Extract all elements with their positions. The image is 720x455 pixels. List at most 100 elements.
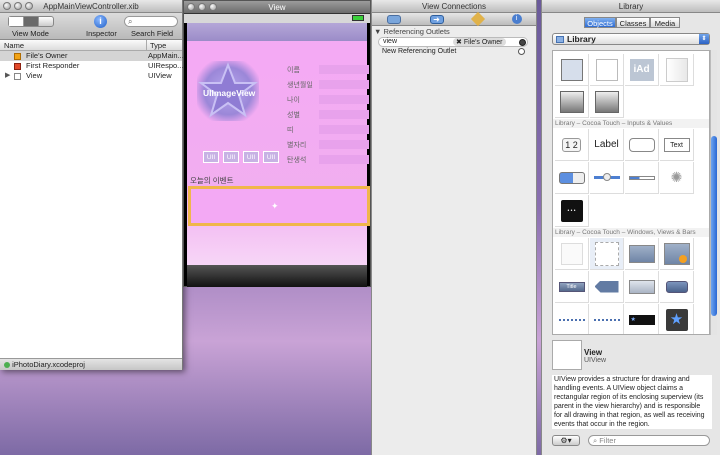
minimize-button[interactable]	[14, 2, 22, 10]
zoom-button[interactable]	[25, 2, 33, 10]
disclosure-triangle-icon[interactable]: ▶	[5, 71, 10, 81]
image-view[interactable]: UIImageView	[197, 61, 259, 121]
scrollbar-thumb[interactable]	[711, 136, 717, 316]
minimize-button[interactable]	[198, 3, 206, 11]
status-strip	[184, 14, 370, 23]
event-panel[interactable]: ✦	[188, 186, 370, 226]
objects-tab[interactable]: Objects	[584, 17, 616, 28]
tab-bar[interactable]	[187, 265, 367, 287]
library-item-text-field[interactable]: Text	[660, 129, 694, 161]
slider-icon	[593, 173, 620, 181]
list-item[interactable]: File's Owner AppMain...	[0, 51, 184, 61]
library-item-view[interactable]	[555, 238, 589, 270]
toolbar-icon	[628, 279, 655, 294]
detail-title: View	[584, 348, 603, 357]
library-item-navigation-bar[interactable]: Title	[555, 271, 589, 303]
library-item-tab-bar[interactable]: ★	[625, 304, 659, 334]
library-item-flexible-space[interactable]	[555, 304, 589, 334]
filter-input[interactable]: ⌕ Filter	[588, 435, 710, 446]
view-mode-label: View Mode	[12, 29, 49, 38]
type-column-header[interactable]: Type	[146, 40, 183, 51]
library-item-slider[interactable]	[590, 162, 624, 194]
library-scrollbar[interactable]	[710, 50, 717, 335]
media-tab[interactable]: Media	[650, 17, 680, 28]
field-value[interactable]	[319, 95, 369, 104]
ui-canvas[interactable]: UIImageView 이름 생년월일 나이 성별 띠 별자리 탄생석 UII …	[187, 23, 370, 265]
column-view-icon[interactable]	[39, 17, 53, 26]
library-item-activity-indicator[interactable]: ✺	[660, 162, 694, 194]
library-item-table-view[interactable]	[555, 54, 589, 86]
row-name: View	[26, 71, 43, 80]
library-item-selected-view[interactable]	[590, 238, 624, 270]
field-value[interactable]	[319, 110, 369, 119]
outlet-connection-dot[interactable]	[519, 39, 526, 46]
progress-icon	[628, 175, 655, 180]
field-label: 이름	[287, 66, 300, 74]
library-popup[interactable]: Library ⇕	[552, 33, 710, 45]
library-item-search-bar[interactable]	[625, 238, 659, 270]
row-type: UIRespo...	[148, 61, 184, 70]
gear-icon[interactable]: ⚙▾	[552, 435, 580, 446]
small-button[interactable]: UII	[223, 151, 239, 163]
picker-icon	[559, 90, 584, 113]
library-item-round-rect-button[interactable]	[625, 129, 659, 161]
identity-tab-icon[interactable]: i	[511, 14, 522, 24]
project-name[interactable]: iPhotoDiary.xcodeproj	[12, 360, 85, 369]
library-item-switch[interactable]	[555, 162, 589, 194]
small-button[interactable]: UII	[263, 151, 279, 163]
library-item-ad-banner[interactable]: iAd	[625, 54, 659, 86]
library-item-page-control[interactable]: • • •	[555, 195, 589, 227]
small-button[interactable]: UII	[243, 151, 259, 163]
view-mode-control[interactable]	[8, 16, 54, 27]
field-value[interactable]	[319, 155, 369, 164]
name-column-header[interactable]: Name	[4, 40, 24, 51]
close-button[interactable]	[3, 2, 11, 10]
small-button[interactable]: UII	[203, 151, 219, 163]
outlet-row[interactable]: view ✖ File's Owner	[378, 37, 528, 47]
zoom-button[interactable]	[209, 3, 217, 11]
connections-tab-icon[interactable]: ➜	[429, 14, 444, 24]
library-grid[interactable]: iAd Library – Cocoa Touch – Inputs & Val…	[552, 50, 710, 335]
row-type: AppMain...	[148, 51, 184, 60]
field-value[interactable]	[319, 125, 369, 134]
field-value[interactable]	[319, 65, 369, 74]
classes-tab[interactable]: Classes	[616, 17, 650, 28]
library-item-view[interactable]	[660, 54, 694, 86]
icon-view-icon[interactable]	[9, 17, 24, 26]
search-input[interactable]: ⌕	[124, 16, 178, 27]
library-item-bar-button-item[interactable]	[660, 271, 694, 303]
back-button-icon	[594, 280, 619, 293]
library-item-date-picker[interactable]	[590, 86, 624, 118]
library-item-fixed-space[interactable]	[590, 304, 624, 334]
nav-bar[interactable]	[187, 23, 367, 41]
inspector-icon[interactable]: i	[94, 15, 107, 28]
library-item-tab-bar-item[interactable]: ★	[660, 304, 694, 334]
inputs-section-header: Library – Cocoa Touch – Inputs & Values	[553, 119, 709, 128]
library-item-progress-view[interactable]	[625, 162, 659, 194]
field-value[interactable]	[319, 80, 369, 89]
library-item-label[interactable]: Label	[590, 129, 624, 161]
field-value[interactable]	[319, 140, 369, 149]
view-editor-window: View UIImageView 이름 생년월일 나이 성별 띠 별자리 탄생석…	[183, 0, 371, 287]
battery-icon	[352, 15, 364, 21]
segmented-control-icon: 1 2	[562, 137, 581, 152]
library-item-picker[interactable]	[555, 86, 589, 118]
list-item[interactable]: ▶ View UIView	[0, 71, 182, 81]
list-view-icon[interactable]	[24, 17, 39, 26]
library-titlebar: Library	[542, 0, 720, 13]
text-field-icon: Text	[663, 137, 690, 152]
row-name: First Responder	[26, 61, 80, 70]
library-item-search-display[interactable]	[660, 238, 694, 270]
library-item-navigation-item[interactable]	[590, 271, 624, 303]
library-item-text-view[interactable]	[590, 54, 624, 86]
size-tab-icon[interactable]	[470, 11, 485, 27]
view-title: View	[268, 3, 286, 12]
new-outlet-connection-dot[interactable]	[518, 48, 525, 55]
library-item-toolbar[interactable]	[625, 271, 659, 303]
library-item-segmented-control[interactable]: 1 2	[555, 129, 589, 161]
list-item[interactable]: First Responder UIRespo...	[0, 61, 184, 71]
outlet-name: view	[383, 38, 398, 45]
close-button[interactable]	[187, 3, 195, 11]
attributes-tab-icon[interactable]	[386, 14, 401, 24]
outlet-target[interactable]: ✖ File's Owner	[453, 38, 506, 46]
